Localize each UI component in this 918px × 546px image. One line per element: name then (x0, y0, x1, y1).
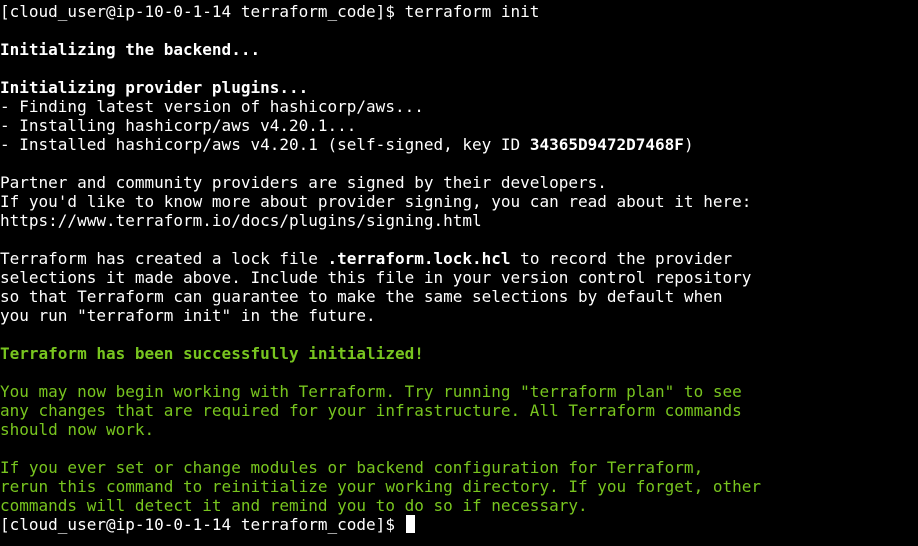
current-prompt-line[interactable]: [cloud_user@ip-10-0-1-14 terraform_code]… (0, 515, 918, 534)
lock-file-name: .terraform.lock.hcl (327, 249, 511, 268)
lock-line-1: Terraform has created a lock file .terra… (0, 249, 918, 268)
cursor-block (405, 515, 415, 533)
command-line: [cloud_user@ip-10-0-1-14 terraform_code]… (0, 2, 918, 21)
modules-line-1: If you ever set or change modules or bac… (0, 458, 704, 477)
begin-line-1: You may now begin working with Terraform… (0, 382, 742, 401)
partner-line-2: If you'd like to know more about provide… (0, 192, 752, 211)
entered-command: terraform init (404, 2, 540, 21)
init-backend-heading: Initializing the backend... (0, 40, 261, 59)
installed-close: ) (683, 135, 694, 154)
finding-plugin-line: - Finding latest version of hashicorp/aw… (0, 97, 424, 116)
key-id: 34365D9472D7468F (529, 135, 684, 154)
lock-text: Terraform has created a lock file (0, 249, 328, 268)
begin-line-2: any changes that are required for your i… (0, 401, 742, 420)
partner-line-1: Partner and community providers are sign… (0, 173, 607, 192)
installing-plugin-line: - Installing hashicorp/aws v4.20.1... (0, 116, 357, 135)
success-message: Terraform has been successfully initiali… (0, 344, 424, 363)
shell-prompt: [cloud_user@ip-10-0-1-14 terraform_code]… (0, 515, 405, 534)
lock-line-3: so that Terraform can guarantee to make … (0, 287, 723, 306)
begin-line-3: should now work. (0, 420, 155, 439)
shell-prompt: [cloud_user@ip-10-0-1-14 terraform_code]… (0, 2, 405, 21)
lock-line-2: selections it made above. Include this f… (0, 268, 752, 287)
lock-text-end: to record the provider (510, 249, 733, 268)
signing-url: https://www.terraform.io/docs/plugins/si… (0, 211, 482, 230)
installed-text: - Installed hashicorp/aws v4.20.1 (self-… (0, 135, 530, 154)
installed-plugin-line: - Installed hashicorp/aws v4.20.1 (self-… (0, 135, 918, 154)
modules-line-2: rerun this command to reinitialize your … (0, 477, 761, 496)
lock-line-4: you run "terraform init" in the future. (0, 306, 376, 325)
terminal-window[interactable]: [cloud_user@ip-10-0-1-14 terraform_code]… (0, 0, 918, 546)
modules-line-3: commands will detect it and remind you t… (0, 496, 588, 515)
init-plugins-heading: Initializing provider plugins... (0, 78, 309, 97)
